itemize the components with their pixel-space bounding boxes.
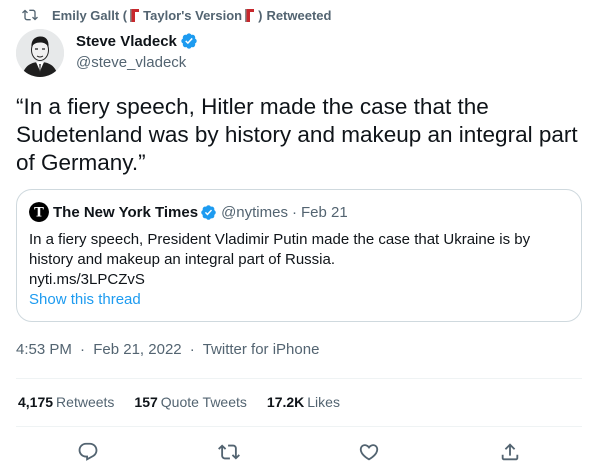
quoted-tweet-header: T The New York Times @nytimes · Feb 21 xyxy=(29,202,348,222)
quoted-author-handle: @nytimes xyxy=(221,203,288,221)
quoted-tweet-text: In a fiery speech, President Vladimir Pu… xyxy=(29,230,569,290)
quoted-author-name: The New York Times xyxy=(53,203,199,221)
verified-badge-icon xyxy=(181,33,197,49)
meta-separator: · xyxy=(80,341,86,358)
heart-icon xyxy=(359,444,379,461)
quoted-tweet-body: In a fiery speech, President Vladimir Pu… xyxy=(29,231,531,268)
quote-tweets-label: Quote Tweets xyxy=(160,394,247,410)
like-button[interactable] xyxy=(358,441,380,463)
tweet-text: “In a fiery speech, Hitler made the case… xyxy=(16,94,578,175)
share-icon xyxy=(501,443,519,461)
retweeter-name-start: Emily Gallt ( xyxy=(52,7,128,23)
divider xyxy=(16,378,582,379)
reply-button[interactable] xyxy=(77,441,99,463)
retweets-label: Retweets xyxy=(56,394,115,410)
tweet-metadata: 4:53 PM · Feb 21, 2022 · Twitter for iPh… xyxy=(16,341,319,358)
red-scarf-flag-icon xyxy=(245,8,255,22)
svg-text:T: T xyxy=(34,206,44,221)
tweet-date[interactable]: Feb 21, 2022 xyxy=(93,341,181,358)
likes-count: 17.2K xyxy=(266,394,305,410)
likes-stat[interactable]: 17.2K Likes xyxy=(267,394,340,410)
show-this-thread-link[interactable]: Show this thread xyxy=(29,291,141,308)
quote-tweets-stat[interactable]: 157 Quote Tweets xyxy=(134,394,247,410)
retweet-context[interactable]: Emily Gallt ( Taylor's Version ) Retweet… xyxy=(22,7,331,23)
nyt-logo-icon: T xyxy=(29,202,49,222)
retweet-button[interactable] xyxy=(218,441,240,463)
share-button[interactable] xyxy=(499,441,521,463)
retweets-count: 4,175 xyxy=(18,394,54,410)
meta-separator: · xyxy=(189,341,195,358)
reply-icon xyxy=(78,442,98,461)
author-name-text: Steve Vladeck xyxy=(76,32,177,50)
retweet-icon xyxy=(22,9,38,21)
author-handle[interactable]: @steve_vladeck xyxy=(76,54,186,71)
quote-tweets-count: 157 xyxy=(134,394,158,410)
tweet-stats: 4,175 Retweets 157 Quote Tweets 17.2K Likes xyxy=(18,394,360,410)
divider xyxy=(16,426,582,427)
author-name[interactable]: Steve Vladeck xyxy=(76,32,198,50)
retweets-stat[interactable]: 4,175 Retweets xyxy=(18,394,114,410)
avatar-portrait-icon xyxy=(16,29,64,77)
tweet-source[interactable]: Twitter for iPhone xyxy=(203,341,320,358)
quoted-tweet-link[interactable]: nyti.ms/3LPCZvS xyxy=(29,270,569,290)
retweeter-name-end: ) xyxy=(258,7,263,23)
retweeted-label: Retweeted xyxy=(266,7,332,23)
retweet-icon xyxy=(218,444,240,460)
red-scarf-flag-icon xyxy=(130,8,140,22)
tweet-page: Emily Gallt ( Taylor's Version ) Retweet… xyxy=(0,0,598,475)
quoted-tweet-card[interactable]: T The New York Times @nytimes · Feb 21 I… xyxy=(16,189,582,322)
likes-label: Likes xyxy=(307,394,340,410)
quoted-date[interactable]: Feb 21 xyxy=(301,204,348,221)
verified-badge-icon xyxy=(201,204,216,220)
retweeter-name-version: Taylor's Version xyxy=(143,7,243,23)
avatar[interactable] xyxy=(16,29,64,77)
tweet-time[interactable]: 4:53 PM xyxy=(16,341,72,358)
tweet-actions xyxy=(0,438,598,468)
quoted-separator: · xyxy=(291,203,297,221)
